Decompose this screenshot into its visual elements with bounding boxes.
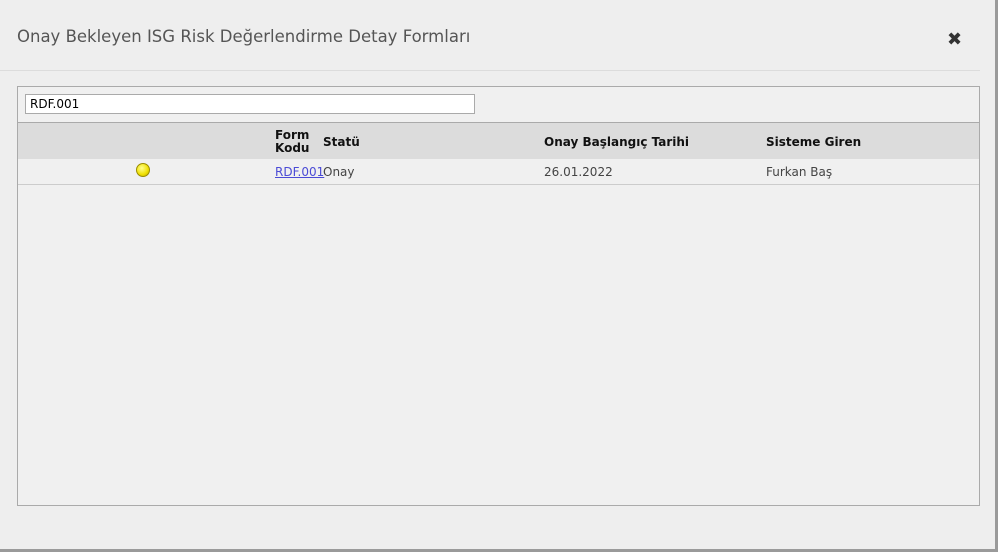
header-form-code[interactable]: Form Kodu [275, 129, 315, 155]
header-status[interactable]: Statü [323, 135, 360, 149]
approval-forms-modal: Onay Bekleyen ISG Risk Değerlendirme Det… [0, 0, 998, 552]
close-icon[interactable]: ✖ [947, 30, 962, 50]
search-input[interactable] [25, 94, 475, 114]
modal-title: Onay Bekleyen ISG Risk Değerlendirme Det… [17, 27, 471, 46]
forms-grid: Form Kodu Statü Onay Başlangıç Tarihi Si… [17, 86, 980, 506]
form-code-link[interactable]: RDF.001 [275, 165, 324, 179]
status-cell: Onay [323, 165, 355, 179]
divider [0, 70, 980, 71]
header-start-date[interactable]: Onay Başlangıç Tarihi [544, 135, 689, 149]
header-entered-by[interactable]: Sisteme Giren [766, 135, 861, 149]
table-header: Form Kodu Statü Onay Başlangıç Tarihi Si… [18, 122, 979, 159]
entered-by-cell: Furkan Baş [766, 165, 833, 179]
start-date-cell: 26.01.2022 [544, 165, 613, 179]
table-row[interactable]: RDF.001 Onay 26.01.2022 Furkan Baş [18, 159, 979, 185]
yellow-circle-icon [136, 163, 150, 177]
